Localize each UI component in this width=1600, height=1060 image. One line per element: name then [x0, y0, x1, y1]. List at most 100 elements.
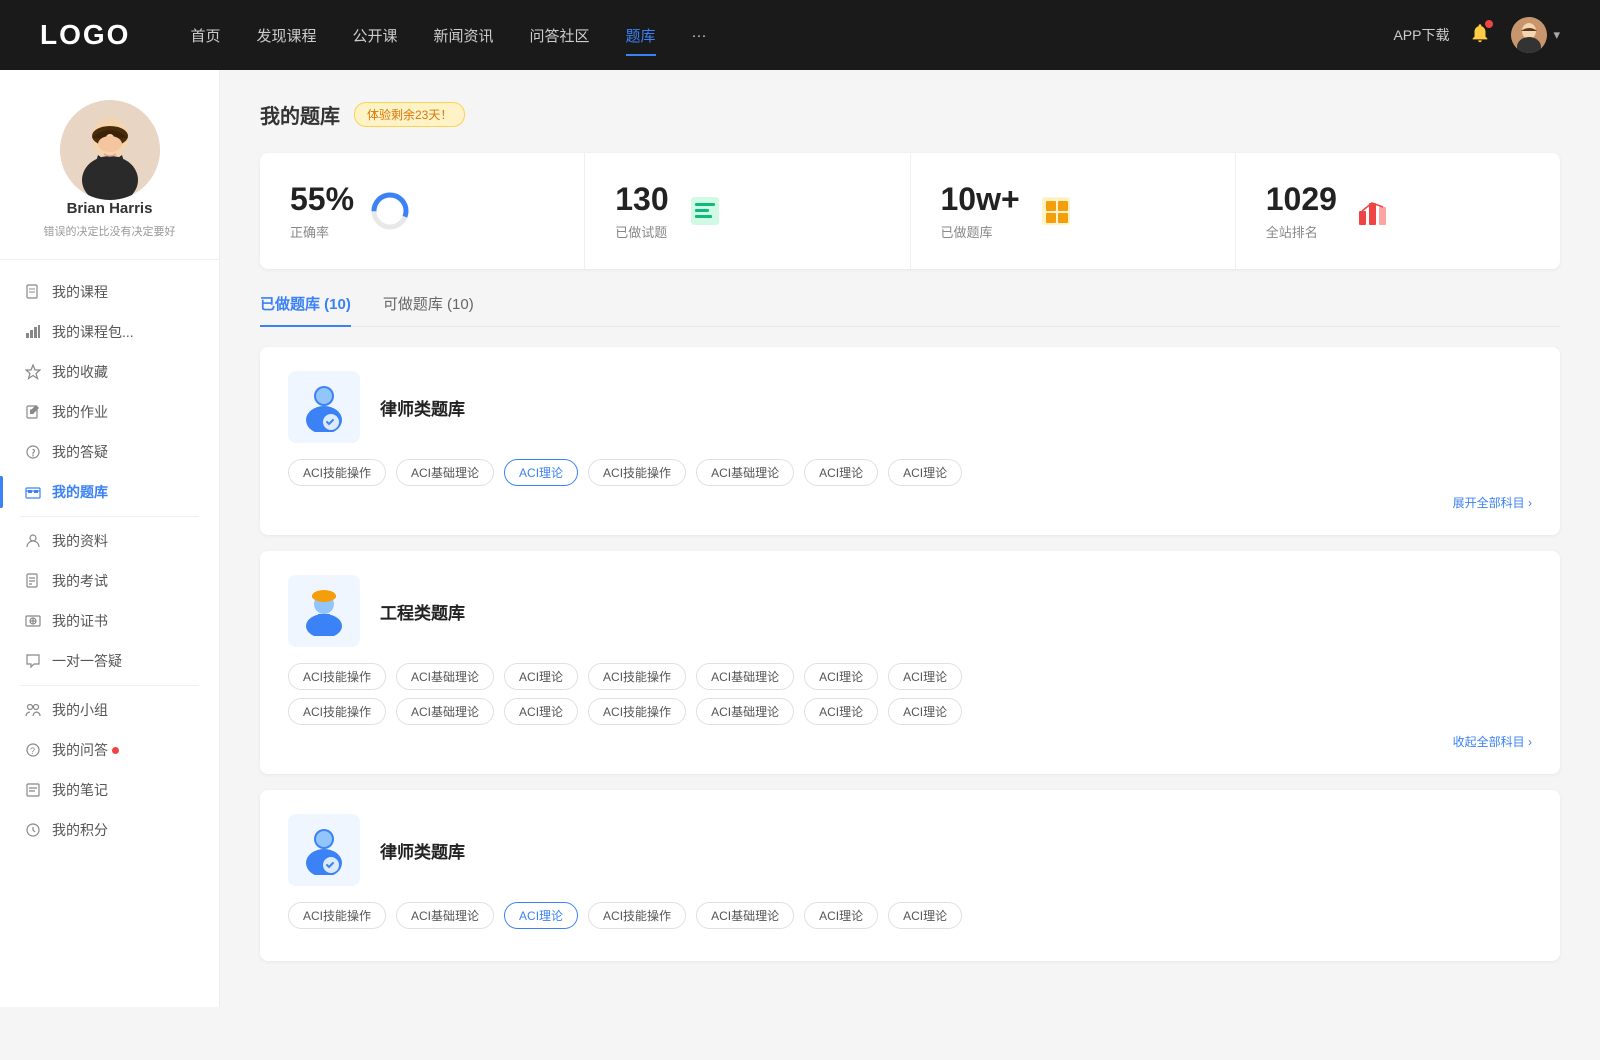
- sidebar-item-exam[interactable]: 我的考试: [0, 561, 219, 601]
- sidebar-item-notes[interactable]: 我的笔记: [0, 770, 219, 810]
- tag-1-3[interactable]: ACI技能操作: [588, 459, 686, 486]
- pie-chart-icon: [370, 191, 410, 231]
- group-icon: [24, 701, 42, 719]
- tag-2b-4[interactable]: ACI基础理论: [696, 698, 794, 725]
- chat-icon: [24, 652, 42, 670]
- menu-divider2: [20, 685, 199, 686]
- qbank-card-header-1: 律师类题库: [288, 371, 1532, 443]
- sidebar-item-cert[interactable]: 我的证书: [0, 601, 219, 641]
- nav-discover[interactable]: 发现课程: [256, 21, 316, 50]
- profile-name: Brian Harris: [67, 200, 153, 217]
- sidebar-item-qbank[interactable]: 我的题库: [0, 472, 219, 512]
- profile-avatar: [60, 100, 160, 200]
- nav-news[interactable]: 新闻资讯: [434, 21, 494, 50]
- tag-1-2[interactable]: ACI理论: [504, 459, 578, 486]
- menu-label-notes: 我的笔记: [52, 780, 108, 800]
- tag-1-6[interactable]: ACI理论: [888, 459, 962, 486]
- menu-label-favorites: 我的收藏: [52, 362, 108, 382]
- sidebar-item-course-package[interactable]: 我的课程包...: [0, 312, 219, 352]
- sidebar-item-profile[interactable]: 我的资料: [0, 521, 219, 561]
- tag-2b-0[interactable]: ACI技能操作: [288, 698, 386, 725]
- tag-2b-5[interactable]: ACI理论: [804, 698, 878, 725]
- tag-2a-4[interactable]: ACI基础理论: [696, 663, 794, 690]
- tags-row-1: ACI技能操作 ACI基础理论 ACI理论 ACI技能操作 ACI基础理论 AC…: [288, 459, 1532, 486]
- tag-2a-3[interactable]: ACI技能操作: [588, 663, 686, 690]
- menu-label-course-package: 我的课程包...: [52, 322, 134, 342]
- note-icon: [24, 781, 42, 799]
- stat-questions-label: 已做试题: [615, 222, 668, 241]
- menu-divider: [20, 516, 199, 517]
- tag-3-4[interactable]: ACI基础理论: [696, 902, 794, 929]
- tag-3-5[interactable]: ACI理论: [804, 902, 878, 929]
- cert-icon: [24, 612, 42, 630]
- qbank-title-3: 律师类题库: [380, 838, 465, 863]
- tag-2a-1[interactable]: ACI基础理论: [396, 663, 494, 690]
- page-header: 我的题库 体验剩余23天！: [260, 100, 1560, 129]
- expand-link-1[interactable]: 展开全部科目 ›: [288, 494, 1532, 511]
- stat-banks-value: 10w+: [941, 181, 1020, 218]
- notification-bell[interactable]: [1469, 22, 1491, 49]
- sidebar-item-favorites[interactable]: 我的收藏: [0, 352, 219, 392]
- logo[interactable]: LOGO: [40, 19, 130, 51]
- tag-1-1[interactable]: ACI基础理论: [396, 459, 494, 486]
- tag-1-5[interactable]: ACI理论: [804, 459, 878, 486]
- sidebar-item-points[interactable]: 我的积分: [0, 810, 219, 850]
- dropdown-chevron: ▾: [1553, 27, 1560, 43]
- tag-2a-6[interactable]: ACI理论: [888, 663, 962, 690]
- tabs-row: 已做题库 (10) 可做题库 (10): [260, 293, 1560, 327]
- collapse-link-2[interactable]: 收起全部科目 ›: [288, 733, 1532, 750]
- tags-row-2b: ACI技能操作 ACI基础理论 ACI理论 ACI技能操作 ACI基础理论 AC…: [288, 698, 1532, 725]
- qbank-title-1: 律师类题库: [380, 395, 465, 420]
- tag-3-6[interactable]: ACI理论: [888, 902, 962, 929]
- user-avatar-menu[interactable]: ▾: [1511, 17, 1560, 53]
- qbank-card-header-2: 工程类题库: [288, 575, 1532, 647]
- tag-3-2[interactable]: ACI理论: [504, 902, 578, 929]
- nav-open-course[interactable]: 公开课: [352, 21, 397, 50]
- app-download-button[interactable]: APP下载: [1393, 25, 1449, 45]
- stat-accuracy-value: 55%: [290, 181, 354, 218]
- tag-2b-3[interactable]: ACI技能操作: [588, 698, 686, 725]
- stat-rank: 1029 全站排名: [1236, 153, 1560, 269]
- sidebar-item-answers[interactable]: 我的答疑: [0, 432, 219, 472]
- menu-label-my-qa: 我的问答: [52, 740, 108, 760]
- tag-2b-1[interactable]: ACI基础理论: [396, 698, 494, 725]
- tag-2b-2[interactable]: ACI理论: [504, 698, 578, 725]
- tag-2a-0[interactable]: ACI技能操作: [288, 663, 386, 690]
- tab-todo[interactable]: 可做题库 (10): [383, 293, 474, 326]
- tag-1-0[interactable]: ACI技能操作: [288, 459, 386, 486]
- stat-rank-value: 1029: [1266, 181, 1337, 218]
- tag-1-4[interactable]: ACI基础理论: [696, 459, 794, 486]
- svg-text:?: ?: [30, 746, 35, 756]
- bar-icon: [24, 323, 42, 341]
- sidebar-item-one-on-one[interactable]: 一对一答疑: [0, 641, 219, 681]
- tag-3-3[interactable]: ACI技能操作: [588, 902, 686, 929]
- nav-qbank[interactable]: 题库: [626, 21, 656, 50]
- tag-2a-2[interactable]: ACI理论: [504, 663, 578, 690]
- tag-3-0[interactable]: ACI技能操作: [288, 902, 386, 929]
- stat-banks-label: 已做题库: [941, 222, 1020, 241]
- qbank-card-lawyer-1: 律师类题库 ACI技能操作 ACI基础理论 ACI理论 ACI技能操作 ACI基…: [260, 347, 1560, 535]
- tag-2a-5[interactable]: ACI理论: [804, 663, 878, 690]
- nav-qa[interactable]: 问答社区: [530, 21, 590, 50]
- sidebar-item-group[interactable]: 我的小组: [0, 690, 219, 730]
- qbank-icon-lawyer-2: [288, 814, 360, 886]
- sidebar: Brian Harris 错误的决定比没有决定要好 我的课程 我的课程包...: [0, 70, 220, 1007]
- grid-icon: [1038, 193, 1074, 229]
- accuracy-chart-icon: [370, 191, 410, 231]
- sidebar-item-courses[interactable]: 我的课程: [0, 272, 219, 312]
- avatar-img: [1511, 17, 1547, 53]
- sidebar-item-homework[interactable]: 我的作业: [0, 392, 219, 432]
- tab-done[interactable]: 已做题库 (10): [260, 293, 351, 326]
- stat-questions-text: 130 已做试题: [615, 181, 668, 241]
- sidebar-item-my-qa[interactable]: ? 我的问答: [0, 730, 219, 770]
- tag-2b-6[interactable]: ACI理论: [888, 698, 962, 725]
- menu-label-group: 我的小组: [52, 700, 108, 720]
- score-icon: [24, 821, 42, 839]
- qa-icon: ?: [24, 741, 42, 759]
- nav-more[interactable]: ···: [692, 23, 707, 48]
- nav-home[interactable]: 首页: [190, 21, 220, 50]
- tag-3-1[interactable]: ACI基础理论: [396, 902, 494, 929]
- trial-badge: 体验剩余23天！: [354, 102, 465, 127]
- rank-icon: [1353, 191, 1393, 231]
- qbank-title-2: 工程类题库: [380, 599, 465, 624]
